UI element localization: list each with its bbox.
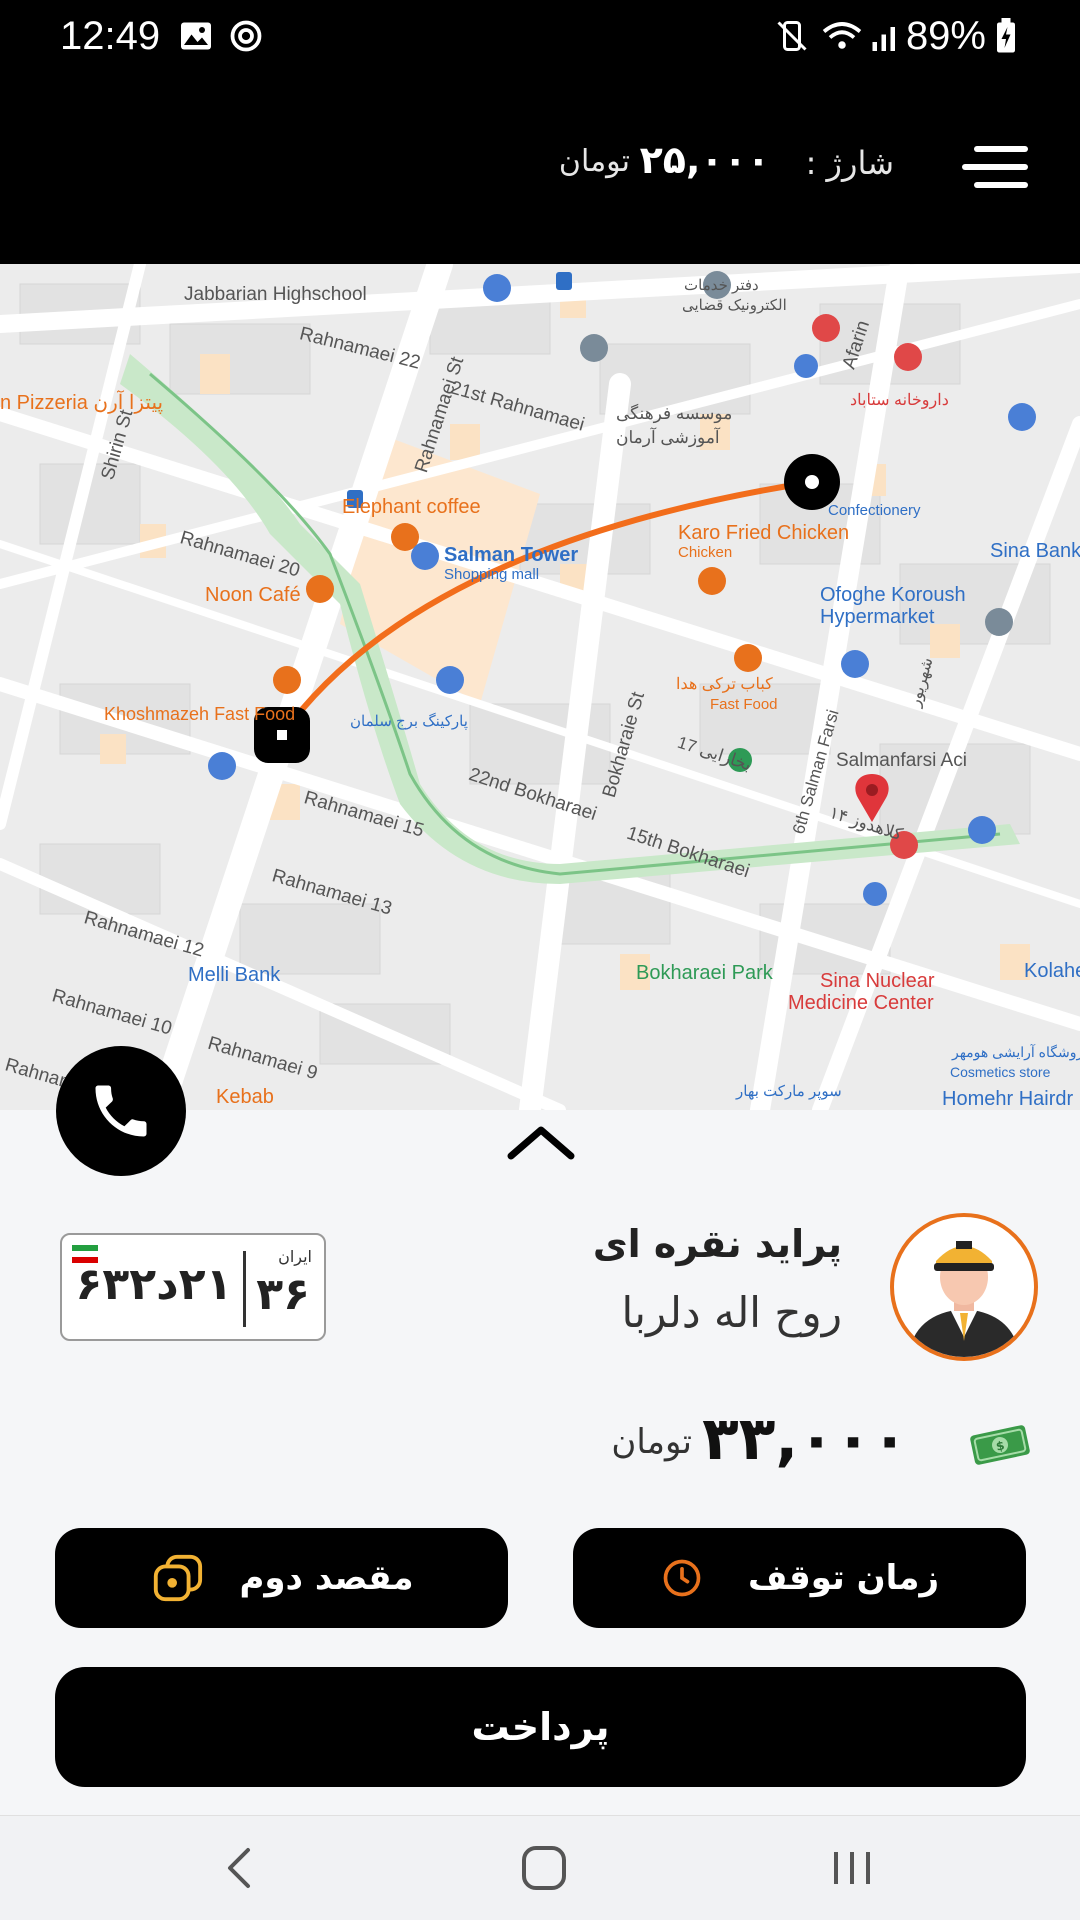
map-label: Medicine Center — [788, 992, 934, 1014]
map-view[interactable]: Jabbarian Highschool Rahnamaei 22 Rahnam… — [0, 264, 1080, 1110]
map-label: Kolahe — [1024, 960, 1080, 982]
hamburger-menu-icon — [974, 146, 1028, 152]
vibrate-mute-icon — [777, 21, 807, 51]
stop-time-label: زمان توقف — [747, 1558, 940, 1598]
map-label: Khoshmazeh Fast Food — [104, 704, 296, 724]
second-destination-label: مقصد دوم — [239, 1558, 414, 1598]
driver-avatar — [890, 1213, 1038, 1361]
map-label: سوپر مارکت بهار — [736, 1083, 842, 1100]
back-icon[interactable] — [210, 1838, 270, 1898]
map-label: Confectionery — [828, 502, 921, 519]
map-label: دفتر خدمات — [684, 277, 759, 294]
second-destination-icon — [153, 1554, 202, 1602]
map-label: Salmanfarsi Aci — [836, 750, 967, 771]
system-navigation-bar — [0, 1815, 1080, 1920]
map-label: Sina Bank — [990, 540, 1080, 562]
plate-divider — [243, 1251, 246, 1327]
pay-button[interactable]: پرداخت — [55, 1667, 1026, 1787]
map-label: Cosmetics store — [950, 1064, 1051, 1080]
map-label: کباب ترکی هدا — [676, 676, 773, 693]
menu-line — [974, 182, 1028, 188]
map-label: Jabbarian Highschool — [184, 284, 367, 305]
map-label: Melli Bank — [188, 964, 281, 986]
map-label: Sina Nuclear — [820, 970, 935, 992]
map-label: Noon Café — [205, 584, 301, 606]
map-label: داروخانه ستاباد — [850, 392, 949, 409]
map-label: Karo Fried Chicken — [678, 522, 850, 544]
call-driver-button[interactable] — [56, 1046, 186, 1176]
plate-region: ۳۶ — [256, 1269, 310, 1320]
map-label: Bokharaei Park — [636, 962, 773, 984]
plate-country: ایران — [278, 1247, 312, 1266]
phone-icon — [95, 1085, 147, 1137]
map-label: Kebab — [216, 1086, 274, 1108]
map-label: Hypermarket — [820, 606, 935, 628]
menu-button[interactable] — [962, 140, 1028, 196]
map-label: Elephant coffee — [342, 496, 481, 518]
top-header: شارژ : ۲۵,۰۰۰ تومان — [0, 78, 1080, 264]
map-label: الکترونیک قضایی — [682, 297, 787, 314]
menu-line — [962, 164, 1028, 170]
charge-unit: تومان — [558, 144, 630, 179]
second-destination-button[interactable]: مقصد دوم — [55, 1528, 508, 1628]
car-name: پراید نقره ای — [592, 1222, 842, 1266]
status-bar: 12:49 89% — [0, 0, 1080, 78]
pay-label: پرداخت — [471, 1705, 610, 1749]
signal-icon — [872, 27, 895, 51]
home-icon[interactable] — [514, 1838, 574, 1898]
map-label: Fast Food — [710, 696, 778, 713]
clock-icon — [663, 1559, 701, 1597]
status-time: 12:49 — [60, 14, 161, 58]
map-label: موسسه فرهنگی — [616, 404, 733, 423]
sync-icon — [230, 20, 262, 52]
plate-number: ۲۱د۶۳۲ — [75, 1259, 233, 1310]
fare-unit: تومان — [611, 1422, 692, 1462]
wifi-icon — [822, 22, 862, 49]
driver-name: روح اله دلربا — [621, 1288, 842, 1337]
charge-amount: ۲۵,۰۰۰ — [639, 138, 770, 182]
map-label: n Pizzeria پیتزا آرن — [0, 392, 164, 414]
recent-apps-icon[interactable] — [822, 1838, 882, 1898]
map-label: Ofoghe Koroush — [820, 584, 966, 606]
map-label: فروشگاه آرایشی هومهر — [952, 1044, 1080, 1060]
expand-panel-chevron-up-icon[interactable] — [505, 1122, 577, 1162]
image-icon — [181, 22, 211, 50]
map-label: Shopping mall — [444, 566, 540, 583]
map-label: آموزشی آرمان — [616, 428, 720, 447]
fare-amount: ۳۳,۰۰۰ — [702, 1404, 908, 1474]
money-bill-icon: $ — [970, 1425, 1030, 1465]
charge-label: شارژ : — [805, 144, 894, 182]
license-plate: ۲۱د۶۳۲ ایران ۳۶ — [60, 1233, 326, 1341]
map-label: Salman Tower — [444, 544, 579, 566]
map-label: Homehr Hairdr — [942, 1088, 1074, 1110]
map-label: Chicken — [678, 544, 733, 561]
stop-time-button[interactable]: زمان توقف — [573, 1528, 1026, 1628]
battery-charging-icon — [997, 18, 1015, 53]
taxi-driver-icon — [908, 1241, 1020, 1357]
battery-percent: 89% — [905, 14, 986, 58]
map-label: پارکینگ برج سلمان — [350, 713, 468, 730]
